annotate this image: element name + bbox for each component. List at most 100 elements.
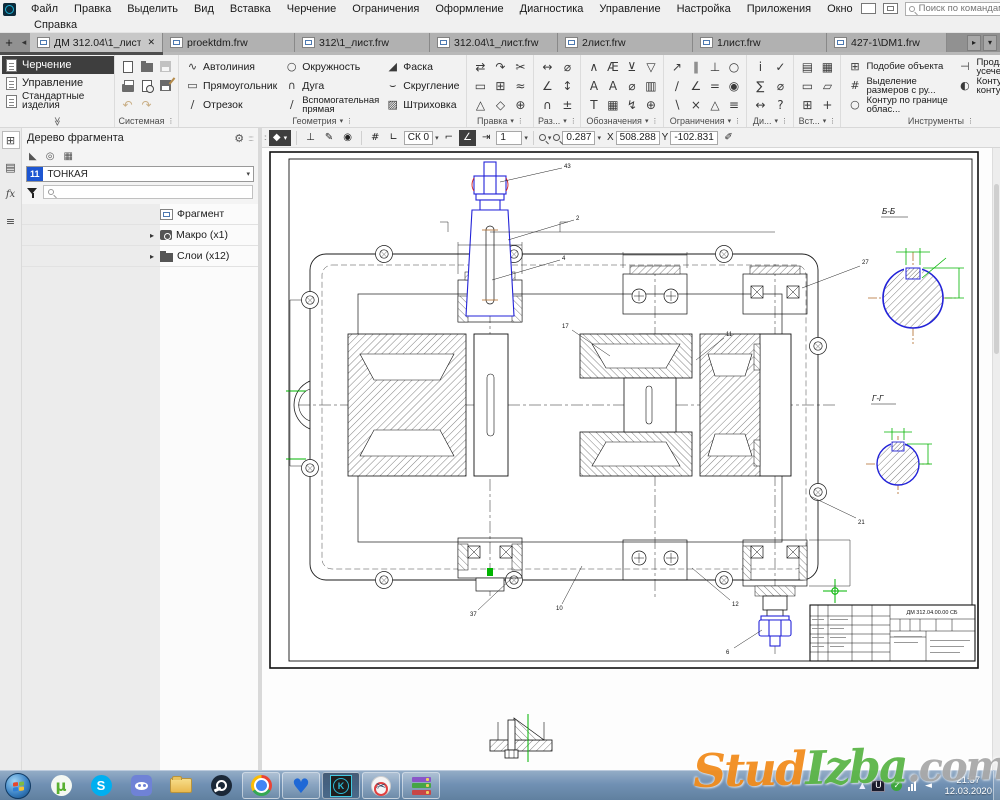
tab-document-6[interactable]: 1лист.frw	[693, 33, 827, 52]
insert-tool-icon[interactable]: ▦	[822, 60, 833, 74]
constraint-tool-icon[interactable]: ∕	[675, 79, 679, 93]
tool-auxline[interactable]: ∕Вспомогательная прямая	[281, 95, 382, 114]
tab-document-4[interactable]: 312.04\1_лист.frw	[430, 33, 558, 52]
taskbar-discord[interactable]	[122, 772, 160, 799]
edit-tool-icon[interactable]: ≈	[515, 79, 525, 93]
tool-segment[interactable]: ∕Отрезок	[182, 95, 281, 114]
search-input[interactable]	[919, 3, 1000, 14]
zoom-value-field[interactable]: 0.287	[562, 131, 595, 145]
variables-panel-icon[interactable]: fx	[2, 185, 20, 203]
edit-tool-icon[interactable]: ✂	[515, 60, 525, 74]
designation-tool-icon[interactable]: T	[590, 98, 597, 112]
constraint-tool-icon[interactable]: ∖	[673, 98, 681, 112]
modes-chevron-icon[interactable]: ≫	[52, 65, 63, 129]
insert-tool-icon[interactable]: ▭	[802, 79, 813, 93]
designation-tool-icon[interactable]: ⌀	[628, 79, 635, 93]
new-tab-button[interactable]: +	[0, 33, 18, 52]
command-search[interactable]	[905, 2, 1000, 16]
insert-tool-icon[interactable]: ⊞	[802, 98, 812, 112]
properties-panel-icon[interactable]: ▤	[2, 158, 20, 176]
constraint-tool-icon[interactable]: ∥	[693, 60, 699, 74]
diagnostic-tool-icon[interactable]: ∑	[756, 79, 764, 93]
tree-item-layers[interactable]: ▸ Слои (x12)	[22, 246, 258, 267]
gear-input-shaft[interactable]	[348, 334, 508, 476]
edit-tool-icon[interactable]: △	[476, 98, 485, 112]
save-icon[interactable]	[160, 61, 171, 72]
menu-insert[interactable]: Вставка	[222, 3, 279, 15]
menu-view[interactable]: Вид	[186, 3, 222, 15]
taskbar-kompas[interactable]: K	[322, 772, 360, 799]
tab-document-3[interactable]: 312\1_лист.frw	[295, 33, 430, 52]
dimension-tool-icon[interactable]: ↕	[562, 79, 572, 93]
menu-settings[interactable]: Настройка	[669, 3, 739, 15]
edit-tool-icon[interactable]: ▭	[475, 79, 486, 93]
constraint-tool-icon[interactable]: ◉	[729, 79, 739, 93]
edit-tool-icon[interactable]: ◇	[496, 98, 505, 112]
tab-document-7[interactable]: 427-1\DM1.frw	[827, 33, 947, 52]
line-style-select[interactable]: 11 ТОНКАЯ ▾	[26, 166, 254, 182]
menu-drawing[interactable]: Черчение	[279, 3, 345, 15]
tool-arc[interactable]: ∩Дуга	[281, 76, 382, 95]
picker-icon[interactable]: ✐	[720, 130, 736, 146]
snap-toggle[interactable]: ◆▾	[269, 130, 291, 146]
diagnostic-tool-icon[interactable]: ?	[777, 98, 783, 112]
designation-tool-icon[interactable]: Æ	[607, 60, 619, 74]
tab-list-button[interactable]: ▸	[967, 35, 981, 51]
tool-contour-two[interactable]: ◐Контур по двум контурам	[954, 76, 1000, 95]
expand-icon[interactable]: ▸	[150, 252, 160, 261]
y-coordinate-field[interactable]: -102.831	[670, 131, 718, 145]
designation-tool-icon[interactable]: ▥	[645, 79, 656, 93]
start-button[interactable]	[5, 773, 31, 799]
dimension-tool-icon[interactable]: ±	[562, 98, 572, 112]
tool-rectangle[interactable]: ▭Прямоугольник	[182, 76, 281, 95]
taskbar-snipping-tool[interactable]: ✂	[362, 772, 400, 799]
tab-document-5[interactable]: 2лист.frw	[558, 33, 693, 52]
menu-constraints[interactable]: Ограничения	[344, 3, 427, 15]
edit-tool-icon[interactable]: ⇄	[475, 60, 485, 74]
taskbar-explorer[interactable]	[162, 772, 200, 799]
tool-object-copy[interactable]: ⊞Подобие объекта	[844, 57, 954, 76]
designation-tool-icon[interactable]: A	[590, 79, 598, 93]
toolbar-grip[interactable]: ::::	[264, 133, 265, 142]
tab-document-2[interactable]: proektdm.frw	[163, 33, 295, 52]
insert-tool-icon[interactable]: ▱	[823, 79, 832, 93]
vertical-scrollbar[interactable]	[992, 148, 1000, 770]
constraint-tool-icon[interactable]: ⊥	[710, 60, 720, 74]
constraint-tool-icon[interactable]: ∠	[691, 79, 702, 93]
redo-icon[interactable]: ↷	[141, 98, 151, 112]
print-icon[interactable]	[122, 84, 134, 92]
taskbar-steam[interactable]	[202, 772, 240, 799]
menu-diagnostics[interactable]: Диагностика	[512, 3, 592, 15]
undo-icon[interactable]: ↶	[122, 98, 132, 112]
insert-tool-icon[interactable]: ▤	[802, 60, 813, 74]
tool-extend-trim[interactable]: ⊣Продление/ усечение	[954, 57, 1000, 76]
coordinate-system-field[interactable]: СК 0	[404, 131, 433, 145]
tool-hatch[interactable]: ▨Штриховка	[382, 95, 463, 114]
tree-item-macro[interactable]: ▸ Макро (x1)	[22, 225, 258, 246]
menu-applications[interactable]: Приложения	[739, 3, 819, 15]
constraint-tool-icon[interactable]: ≡	[729, 98, 739, 112]
tool-contour-boundary[interactable]: ○Контур по границе облас...	[844, 95, 954, 114]
gearbox-assembly-drawing[interactable]: Б-Б Г-Г	[262, 148, 1000, 770]
scrollbar-thumb[interactable]	[994, 184, 999, 354]
tool-fillet[interactable]: ⌣Скругление	[382, 76, 463, 95]
tool-autoline[interactable]: ∿Автолиния	[182, 57, 281, 76]
detail-view-bolt[interactable]	[490, 714, 552, 762]
snap-perpendicular-icon[interactable]: ⊥	[302, 130, 319, 146]
menu-help[interactable]: Справка	[26, 19, 85, 31]
gear-output-shaft[interactable]	[700, 334, 760, 476]
taskbar-skype[interactable]: S	[82, 772, 120, 799]
menu-management[interactable]: Управление	[591, 3, 668, 15]
save-as-icon[interactable]	[160, 80, 171, 91]
diagnostic-tool-icon[interactable]: ✓	[775, 60, 785, 74]
layout-icon[interactable]	[861, 3, 876, 14]
tool-circle[interactable]: ○Окружность	[281, 57, 382, 76]
menu-edit[interactable]: Правка	[66, 3, 119, 15]
taskbar-winrar[interactable]	[402, 772, 440, 799]
expand-icon[interactable]: ▸	[150, 231, 160, 240]
tab-document-1[interactable]: ДМ 312.04\1_лист.frw ✕	[30, 33, 163, 52]
tab-menu-button[interactable]: ▾	[983, 35, 997, 51]
designation-tool-icon[interactable]: ⊕	[646, 98, 656, 112]
dimension-tool-icon[interactable]: ⌀	[564, 60, 571, 74]
designation-tool-icon[interactable]: A	[609, 79, 617, 93]
